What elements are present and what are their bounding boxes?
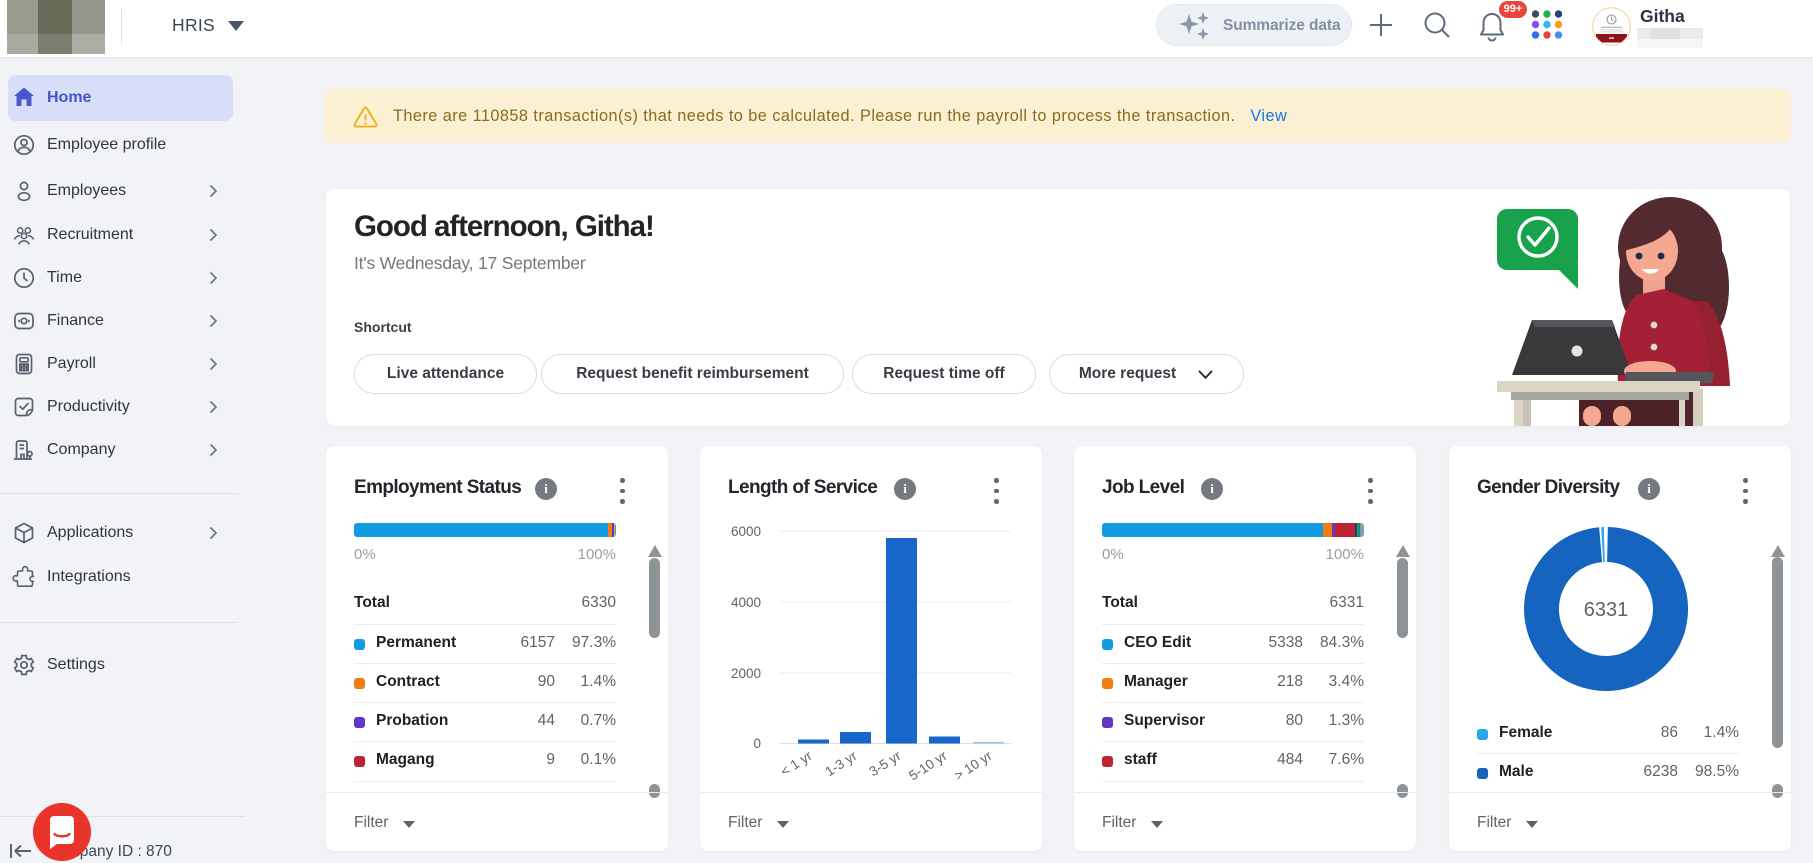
svg-text:0: 0	[753, 736, 761, 751]
svg-text:> 10 yr: > 10 yr	[952, 748, 996, 784]
svg-text:1-3 yr: 1-3 yr	[823, 748, 861, 780]
svg-text:< 1 yr: < 1 yr	[778, 748, 815, 779]
svg-text:4000: 4000	[731, 595, 761, 610]
svg-text:3-5 yr: 3-5 yr	[867, 748, 905, 780]
svg-text:6331: 6331	[1584, 599, 1629, 621]
svg-text:5-10 yr: 5-10 yr	[906, 748, 950, 784]
svg-text:2000: 2000	[731, 666, 761, 681]
svg-text:6000: 6000	[731, 524, 761, 539]
